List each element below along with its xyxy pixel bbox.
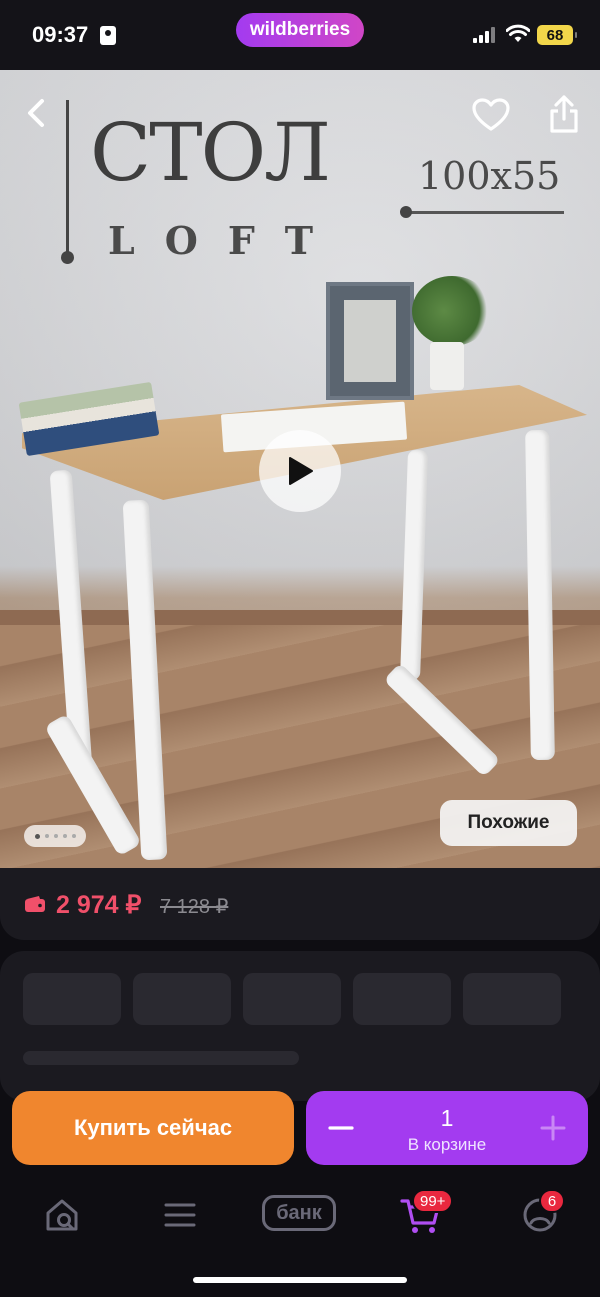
- photo-plant: [412, 276, 492, 346]
- plus-icon[interactable]: [536, 1113, 570, 1143]
- status-bar: 09:37 wildberries 68: [0, 0, 600, 70]
- wifi-icon: [506, 24, 530, 42]
- decor-line: [61, 100, 74, 264]
- cart-count-badge: 99+: [412, 1189, 454, 1213]
- placeholder-block: [133, 973, 231, 1025]
- buy-now-button[interactable]: Купить сейчас: [12, 1091, 294, 1165]
- bank-icon[interactable]: банк: [262, 1195, 336, 1231]
- back-button[interactable]: [22, 98, 52, 128]
- battery-icon: 68: [537, 25, 577, 45]
- current-price: 2 974 ₽: [56, 891, 142, 919]
- cart-quantity-stepper: 1 В корзине: [306, 1091, 588, 1165]
- favorite-heart-icon[interactable]: [472, 98, 510, 132]
- photo-frame: [326, 282, 414, 400]
- gallery-dot: [53, 834, 58, 838]
- old-price: 7 128 ₽: [160, 896, 229, 918]
- play-icon: [289, 457, 313, 485]
- home-search-icon[interactable]: [42, 1195, 82, 1235]
- price-card: 2 974 ₽ 7 128 ₽: [0, 868, 600, 940]
- placeholder-block: [243, 973, 341, 1025]
- share-icon[interactable]: [546, 94, 582, 134]
- product-headline: СТОЛ: [90, 106, 331, 199]
- gallery-dot: [44, 834, 49, 838]
- signal-icon: [473, 27, 497, 43]
- menu-icon[interactable]: [160, 1195, 200, 1235]
- gallery-dot-active: [34, 833, 40, 839]
- decor-line: [400, 206, 564, 218]
- placeholder-block: [353, 973, 451, 1025]
- placeholder-bar: [23, 1051, 299, 1065]
- brand-logo: wildberries: [236, 13, 364, 47]
- profile-notification-badge: 6: [539, 1189, 565, 1213]
- product-size: 100x55: [418, 154, 561, 198]
- id-card-icon: [100, 26, 116, 45]
- photo-vase: [430, 342, 464, 390]
- wallet-icon: [25, 896, 45, 912]
- gallery-dots: [24, 825, 86, 847]
- status-time: 09:37: [32, 22, 89, 47]
- home-indicator[interactable]: [193, 1277, 407, 1283]
- loading-placeholder-card: [0, 951, 600, 1101]
- gallery-dot: [71, 834, 76, 838]
- product-gallery[interactable]: СТОЛ LOFT 100x55 Похожие: [0, 70, 600, 870]
- similar-button[interactable]: Похожие: [440, 800, 577, 846]
- placeholder-block: [23, 973, 121, 1025]
- product-subline: LOFT: [108, 218, 344, 263]
- play-video-button[interactable]: [259, 430, 341, 512]
- placeholder-block: [463, 973, 561, 1025]
- gallery-dot: [62, 834, 67, 838]
- placeholder-row: [23, 973, 561, 1025]
